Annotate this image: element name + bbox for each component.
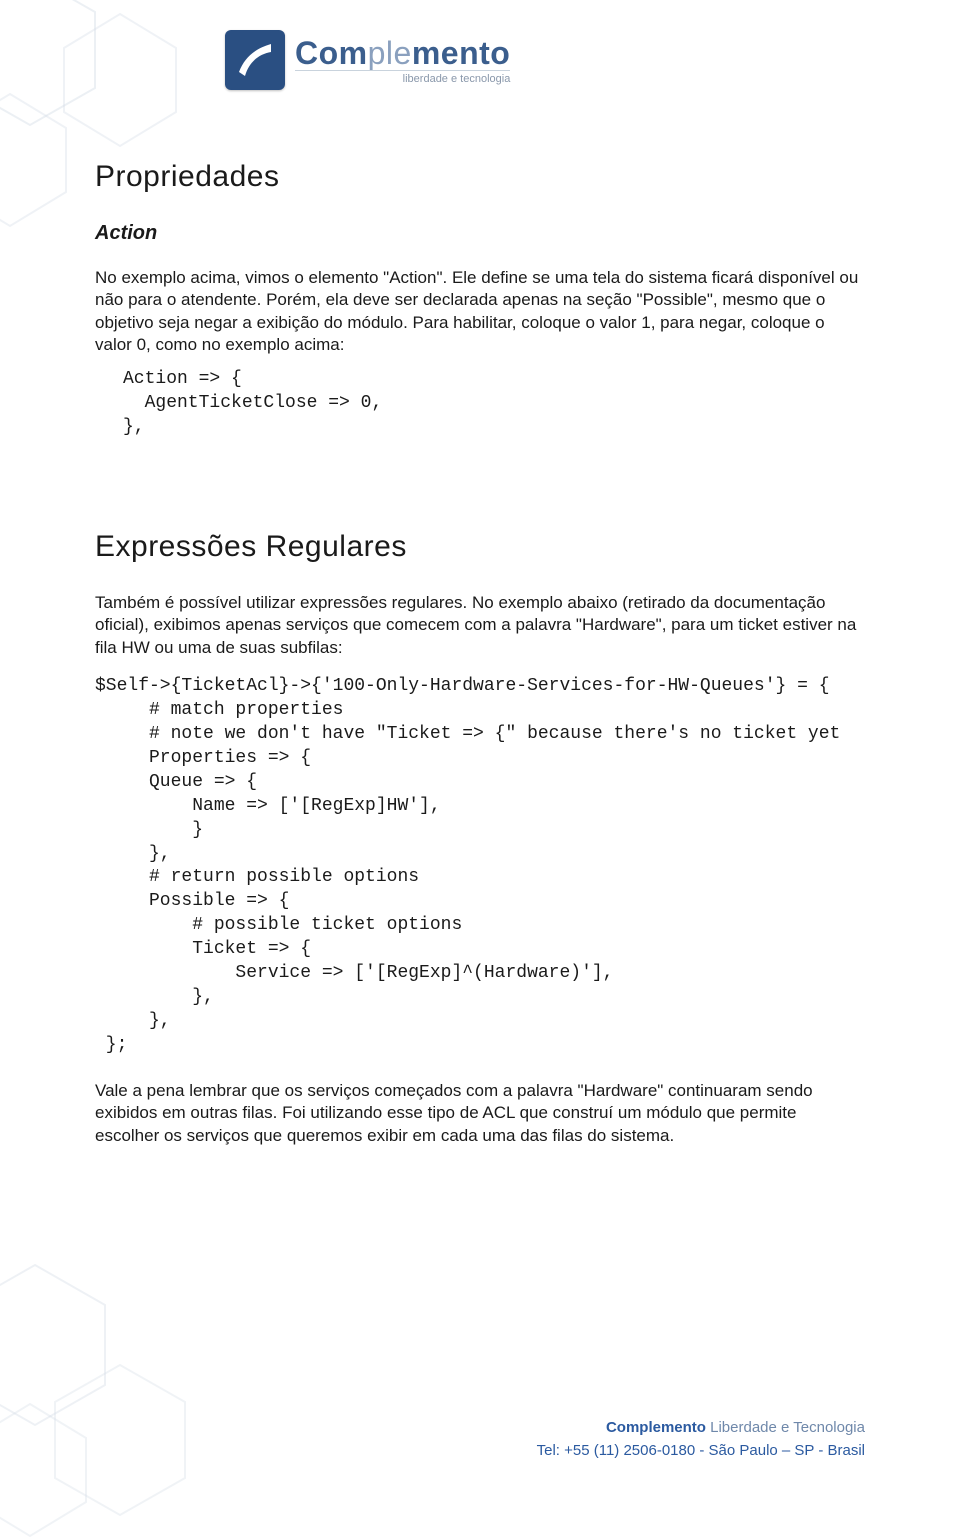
brand-logo: Complemento liberdade e tecnologia <box>225 30 865 90</box>
footer-brand-light: Liberdade e Tecnologia <box>706 1419 865 1436</box>
code-regex: $Self->{TicketAcl}->{'100-Only-Hardware-… <box>95 675 865 1058</box>
paragraph-action: No exemplo acima, vimos o elemento "Acti… <box>95 267 865 357</box>
paragraph-regex-intro: Também é possível utilizar expressões re… <box>95 592 865 659</box>
footer-contact: Tel: +55 (11) 2506-0180 - São Paulo – SP… <box>537 1442 865 1459</box>
paragraph-closing: Vale a pena lembrar que os serviços come… <box>95 1080 865 1147</box>
code-action: Action => { AgentTicketClose => 0, }, <box>123 367 865 440</box>
subheading-action: Action <box>95 222 865 245</box>
brand-name: Complemento <box>295 35 510 72</box>
footer-brand: Complemento Liberdade e Tecnologia <box>537 1419 865 1436</box>
footer-brand-bold: Complemento <box>606 1419 706 1436</box>
brand-logo-icon <box>225 30 285 90</box>
page-footer: Complemento Liberdade e Tecnologia Tel: … <box>537 1419 865 1459</box>
heading-propriedades: Propriedades <box>95 160 865 194</box>
heading-regex: Expressões Regulares <box>95 530 865 564</box>
brand-tagline: liberdade e tecnologia <box>295 70 510 85</box>
